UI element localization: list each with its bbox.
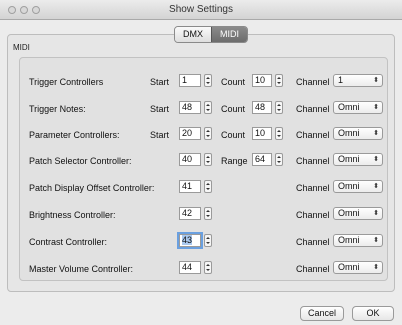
row-label-master-volume-controller: Master Volume Controller:	[29, 264, 134, 274]
tab-dmx[interactable]: DMX	[175, 27, 211, 42]
brightness-controller-stepper[interactable]	[204, 207, 212, 220]
channel-label: Channel	[296, 77, 330, 87]
patch-selector-range-stepper[interactable]	[275, 153, 283, 166]
parameter-controllers-count-field[interactable]: 10	[252, 127, 272, 140]
row-label-patch-display-offset-controller: Patch Display Offset Controller:	[29, 183, 155, 193]
start-label: Start	[150, 130, 170, 140]
channel-label: Channel	[296, 156, 330, 166]
cancel-button[interactable]: Cancel	[300, 306, 344, 321]
patch-selector-controller-field[interactable]: 40	[179, 153, 201, 166]
channel-label: Channel	[296, 130, 330, 140]
channel-label: Channel	[296, 237, 330, 247]
patch-selector-range-field[interactable]: 64	[252, 153, 272, 166]
trigger-controllers-start-field[interactable]: 1	[179, 74, 201, 87]
trigger-notes-start-field[interactable]: 48	[179, 101, 201, 114]
trigger-notes-start-stepper[interactable]	[204, 101, 212, 114]
ok-button[interactable]: OK	[352, 306, 394, 321]
patch-display-offset-channel-select[interactable]: Omni ⬍	[333, 180, 383, 193]
row-label-patch-selector-controller: Patch Selector Controller:	[29, 156, 132, 166]
brightness-channel-select[interactable]: Omni ⬍	[333, 207, 383, 220]
select-value: Omni	[338, 181, 360, 191]
parameter-controllers-count-stepper[interactable]	[275, 127, 283, 140]
count-label: Count	[221, 104, 246, 114]
row-label-trigger-controllers: Trigger Controllers	[29, 77, 104, 87]
updown-arrows-icon: ⬍	[373, 104, 379, 111]
trigger-controllers-start-stepper[interactable]	[204, 74, 212, 87]
parameter-controllers-start-stepper[interactable]	[204, 127, 212, 140]
trigger-controllers-channel-select[interactable]: 1 ⬍	[333, 74, 383, 87]
select-value: Omni	[338, 154, 360, 164]
select-value: Omni	[338, 102, 360, 112]
trigger-controllers-count-field[interactable]: 10	[252, 74, 272, 87]
row-label-parameter-controllers: Parameter Controllers:	[29, 130, 120, 140]
selected-text: 43	[182, 235, 193, 245]
title-bar: Show Settings	[0, 0, 402, 20]
master-volume-channel-select[interactable]: Omni ⬍	[333, 261, 383, 274]
select-value: 1	[338, 75, 344, 85]
trigger-notes-count-field[interactable]: 48	[252, 101, 272, 114]
patch-selector-controller-stepper[interactable]	[204, 153, 212, 166]
count-label: Count	[221, 130, 246, 140]
select-value: Omni	[338, 128, 360, 138]
channel-label: Channel	[296, 183, 330, 193]
updown-arrows-icon: ⬍	[373, 237, 379, 244]
updown-arrows-icon: ⬍	[373, 156, 379, 163]
contrast-controller-stepper[interactable]	[204, 234, 212, 247]
brightness-controller-field[interactable]: 42	[179, 207, 201, 220]
select-value: Omni	[338, 262, 360, 272]
patch-selector-channel-select[interactable]: Omni ⬍	[333, 153, 383, 166]
patch-display-offset-controller-field[interactable]: 41	[179, 180, 201, 193]
select-value: Omni	[338, 208, 360, 218]
parameter-controllers-channel-select[interactable]: Omni ⬍	[333, 127, 383, 140]
parameter-controllers-start-field[interactable]: 20	[179, 127, 201, 140]
start-label: Start	[150, 77, 170, 87]
row-label-contrast-controller: Contrast Controller:	[29, 237, 108, 247]
patch-display-offset-controller-stepper[interactable]	[204, 180, 212, 193]
trigger-notes-channel-select[interactable]: Omni ⬍	[333, 101, 383, 114]
contrast-channel-select[interactable]: Omni ⬍	[333, 234, 383, 247]
channel-label: Channel	[296, 104, 330, 114]
channel-label: Channel	[296, 210, 330, 220]
updown-arrows-icon: ⬍	[373, 264, 379, 271]
channel-label: Channel	[296, 264, 330, 274]
trigger-notes-count-stepper[interactable]	[275, 101, 283, 114]
start-label: Start	[150, 104, 170, 114]
master-volume-controller-field[interactable]: 44	[179, 261, 201, 274]
updown-arrows-icon: ⬍	[373, 77, 379, 84]
row-label-brightness-controller: Brightness Controller:	[29, 210, 116, 220]
trigger-controllers-count-stepper[interactable]	[275, 74, 283, 87]
section-label: MIDI	[13, 43, 30, 52]
count-label: Count	[221, 77, 246, 87]
row-label-trigger-notes: Trigger Notes:	[29, 104, 86, 114]
midi-group-box	[19, 57, 388, 281]
tab-bar: DMX MIDI	[174, 26, 248, 43]
tab-midi[interactable]: MIDI	[211, 27, 247, 42]
range-label: Range	[221, 156, 248, 166]
window-title: Show Settings	[169, 4, 233, 15]
updown-arrows-icon: ⬍	[373, 130, 379, 137]
contrast-controller-field[interactable]: 43	[177, 232, 203, 249]
updown-arrows-icon: ⬍	[373, 183, 379, 190]
master-volume-controller-stepper[interactable]	[204, 261, 212, 274]
select-value: Omni	[338, 235, 360, 245]
updown-arrows-icon: ⬍	[373, 210, 379, 217]
